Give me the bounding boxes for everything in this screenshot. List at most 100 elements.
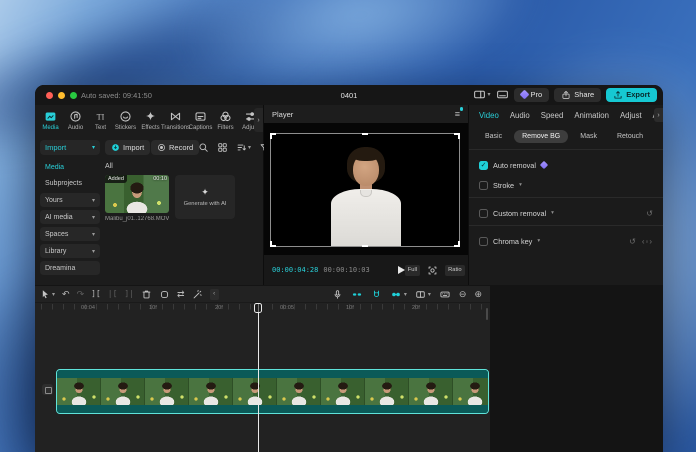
inspector-tabs-scroll-right[interactable]: ›	[654, 108, 663, 122]
inspector-tabs: Video Audio Speed Animation Adjust A	[469, 105, 663, 125]
captions-icon	[194, 110, 207, 123]
timeline-panel: ▾ ↶ ↷ ][ |[ ]| ⇄ ‹	[35, 286, 490, 452]
collapse-toolbar-icon[interactable]: ‹	[210, 289, 219, 300]
reset-icon[interactable]: ↺	[646, 209, 653, 218]
generate-with-ai-card[interactable]: ✦ Generate with AI	[175, 175, 235, 219]
redo-icon[interactable]: ↷	[77, 290, 85, 299]
pro-button[interactable]: Pro	[514, 88, 550, 102]
transform-handle[interactable]	[362, 133, 368, 135]
timeline-video-clip[interactable]	[57, 370, 488, 413]
sidebar-item-spaces[interactable]: Spaces▾	[40, 227, 100, 241]
transform-handle[interactable]	[458, 133, 460, 139]
import-source-dropdown[interactable]: Import ▾	[40, 140, 100, 155]
voiceover-mic-icon[interactable]	[332, 289, 343, 300]
reverse-icon[interactable]: ⇄	[177, 290, 185, 299]
option-auto-removal: ✓ Auto removal	[469, 157, 663, 173]
split-left-icon[interactable]: |[	[108, 290, 118, 298]
play-button[interactable]	[398, 266, 405, 274]
import-icon	[111, 143, 120, 152]
transform-handle[interactable]	[458, 241, 460, 247]
export-button[interactable]: Export	[606, 88, 657, 102]
subtab-remove-bg[interactable]: Remove BG	[514, 130, 568, 143]
player-header: Player ≡	[264, 105, 468, 123]
player-controls: 00:00:04:28 00:00:10:03 Full Ratio	[264, 255, 468, 285]
delete-icon[interactable]	[141, 289, 152, 300]
stroke-checkbox[interactable]	[479, 181, 488, 190]
tab-audio-inspector[interactable]: Audio	[510, 111, 530, 120]
media-clip-thumbnail[interactable]: Added 00:10	[105, 175, 169, 213]
sidebar-item-yours[interactable]: Yours▾	[40, 193, 100, 207]
tab-transitions[interactable]: Transitions	[163, 107, 188, 135]
tab-strip-scroll-right[interactable]: ›	[254, 108, 263, 132]
tab-video[interactable]: Video	[479, 111, 499, 120]
subtab-basic[interactable]: Basic	[477, 130, 510, 143]
pro-gem-icon	[519, 90, 529, 100]
focus-subject-icon[interactable]	[427, 265, 438, 276]
custom-removal-checkbox[interactable]	[479, 209, 488, 218]
search-icon[interactable]	[198, 142, 209, 153]
split-right-icon[interactable]: ]|	[124, 290, 134, 298]
preview-axis-dropdown[interactable]: ▾	[415, 289, 431, 300]
sidebar-item-library[interactable]: Library▾	[40, 244, 100, 258]
color-picker-icon[interactable]: ‹◦›	[642, 237, 653, 246]
tab-media[interactable]: Media	[38, 107, 63, 135]
grid-view-icon[interactable]	[217, 142, 228, 153]
chevron-down-icon[interactable]: ▾	[519, 182, 522, 188]
playhead-line[interactable]	[258, 304, 259, 452]
sidebar-item-dreamina[interactable]: Dreamina	[40, 261, 100, 275]
timeline-scrollbar[interactable]	[486, 308, 488, 320]
tab-animation[interactable]: Animation	[574, 111, 609, 120]
subtab-mask[interactable]: Mask	[572, 130, 605, 143]
video-preview[interactable]	[271, 134, 459, 246]
tab-captions[interactable]: Captions	[188, 107, 213, 135]
playhead-handle[interactable]	[254, 303, 262, 313]
sidebar-item-subprojects[interactable]: Subprojects	[40, 177, 100, 190]
preview-display-icon[interactable]	[496, 88, 509, 101]
subtab-retouch[interactable]: Retouch	[609, 130, 651, 143]
ratio-button[interactable]: Ratio	[445, 265, 465, 276]
media-sidebar: Media Subprojects Yours▾ AI media▾ Space…	[40, 161, 100, 275]
reset-icon[interactable]: ↺	[629, 237, 636, 246]
ruler-label: 00:05	[280, 305, 294, 311]
magic-wand-icon[interactable]	[192, 289, 203, 300]
auto-ripple-icon[interactable]	[351, 289, 363, 300]
tab-speed[interactable]: Speed	[541, 111, 564, 120]
chevron-down-icon[interactable]: ▾	[537, 238, 540, 244]
select-tool-dropdown[interactable]: ▾	[40, 289, 55, 299]
link-clips-dropdown[interactable]: ▾	[390, 289, 407, 300]
full-preview-button[interactable]: Full	[405, 265, 420, 276]
chevron-down-icon[interactable]: ▾	[551, 210, 554, 216]
import-button[interactable]: Import	[105, 140, 150, 155]
main-track-icon[interactable]	[42, 384, 53, 395]
zoom-out-icon[interactable]: ⊖	[459, 290, 467, 299]
transform-handle[interactable]	[362, 245, 368, 247]
sidebar-item-media[interactable]: Media	[40, 161, 100, 174]
effects-icon	[144, 110, 157, 123]
tab-stickers[interactable]: Stickers	[113, 107, 138, 135]
timeline-ruler[interactable]: 00:04 10f 20f 00:05 10f 20f	[35, 304, 490, 314]
tab-adjust-inspector[interactable]: Adjust	[620, 111, 642, 120]
player-menu-icon[interactable]: ≡	[455, 109, 460, 119]
undo-icon[interactable]: ↶	[62, 290, 70, 299]
shortcut-keyboard-icon[interactable]	[439, 289, 451, 300]
tab-filters[interactable]: Filters	[213, 107, 238, 135]
tab-text[interactable]: TI Text	[88, 107, 113, 135]
mask-shape-icon[interactable]	[159, 289, 170, 300]
person-fringe	[351, 149, 381, 161]
chroma-key-checkbox[interactable]	[479, 237, 488, 246]
magnet-snap-icon[interactable]	[371, 289, 382, 300]
share-button[interactable]: Share	[554, 88, 601, 102]
sidebar-item-ai-media[interactable]: AI media▾	[40, 210, 100, 224]
link-icon	[390, 289, 402, 300]
layout-toggle-icon[interactable]: ▾	[473, 88, 491, 101]
auto-removal-checkbox[interactable]: ✓	[479, 161, 488, 170]
transform-handle[interactable]	[270, 133, 272, 139]
split-icon[interactable]: ][	[91, 290, 101, 298]
sort-dropdown[interactable]: ▾	[236, 142, 251, 153]
record-button[interactable]: Record	[151, 140, 199, 155]
tab-effects[interactable]: Effects	[138, 107, 163, 135]
zoom-in-icon[interactable]: ⊕	[474, 290, 482, 299]
tab-audio[interactable]: Audio	[63, 107, 88, 135]
filters-icon	[219, 110, 232, 123]
transform-handle[interactable]	[270, 241, 272, 247]
